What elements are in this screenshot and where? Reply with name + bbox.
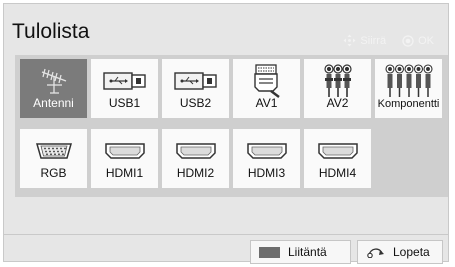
- input-label-av2: AV2: [326, 96, 349, 110]
- usb-icon: [102, 72, 146, 90]
- ok-button-icon: [402, 34, 414, 47]
- input-tile-rgb[interactable]: RGB: [20, 129, 87, 188]
- antenna-icon: [41, 68, 66, 94]
- input-label-komponentti: Komponentti: [377, 98, 440, 110]
- input-tile-av1[interactable]: AV1: [233, 59, 300, 118]
- footer-divider: [4, 234, 448, 235]
- input-label-hdmi1: HDMI1: [105, 166, 144, 180]
- input-grid: Antenni USB1 USB2 AV1 AV2 Komponentti RG…: [15, 55, 448, 197]
- navigation-arrows-icon: [343, 34, 356, 47]
- input-tile-usb2[interactable]: USB2: [162, 59, 229, 118]
- input-tile-hdmi3[interactable]: HDMI3: [233, 129, 300, 188]
- input-label-usb1: USB1: [108, 96, 141, 110]
- input-label-hdmi4: HDMI4: [318, 166, 357, 180]
- vga-icon: [35, 143, 72, 159]
- color-key-icon: [259, 246, 280, 258]
- input-label-hdmi3: HDMI3: [247, 166, 286, 180]
- input-tile-hdmi2[interactable]: HDMI2: [162, 129, 229, 188]
- rca-5-icon: [384, 64, 433, 97]
- hdmi-icon: [175, 143, 216, 159]
- back-exit-icon: [367, 248, 384, 258]
- input-label-antenni: Antenni: [33, 96, 74, 110]
- input-list-panel: Tulolista Siirrä OK Antenni USB1 USB2 AV…: [3, 3, 449, 264]
- input-tile-av2[interactable]: AV2: [304, 59, 371, 118]
- hdmi-icon: [104, 143, 145, 159]
- ok-hint-label: OK: [418, 34, 434, 47]
- scart-icon: [253, 64, 280, 98]
- hdmi-icon: [317, 143, 358, 159]
- input-tile-komponentti[interactable]: Komponentti: [375, 59, 442, 118]
- hdmi-icon: [246, 143, 287, 159]
- key-hints: Siirrä OK: [343, 34, 434, 47]
- input-tile-hdmi4[interactable]: HDMI4: [304, 129, 371, 188]
- input-tile-usb1[interactable]: USB1: [91, 59, 158, 118]
- input-tile-hdmi1[interactable]: HDMI1: [91, 129, 158, 188]
- rca-3-icon: [323, 64, 352, 97]
- usb-icon: [173, 72, 217, 90]
- input-label-rgb: RGB: [40, 166, 67, 180]
- input-label-av1: AV1: [255, 96, 278, 110]
- input-label-button-text: Liitäntä: [288, 245, 327, 259]
- input-label-button[interactable]: Liitäntä: [250, 240, 351, 264]
- page-title: Tulolista: [12, 20, 90, 43]
- exit-button[interactable]: Lopeta: [357, 240, 443, 264]
- ok-hint: OK: [402, 35, 434, 47]
- input-tile-antenni[interactable]: Antenni: [20, 59, 87, 118]
- move-hint-label: Siirrä: [360, 34, 387, 47]
- input-label-usb2: USB2: [179, 96, 212, 110]
- move-hint: Siirrä: [343, 34, 386, 47]
- input-label-hdmi2: HDMI2: [176, 166, 215, 180]
- exit-button-text: Lopeta: [393, 245, 430, 259]
